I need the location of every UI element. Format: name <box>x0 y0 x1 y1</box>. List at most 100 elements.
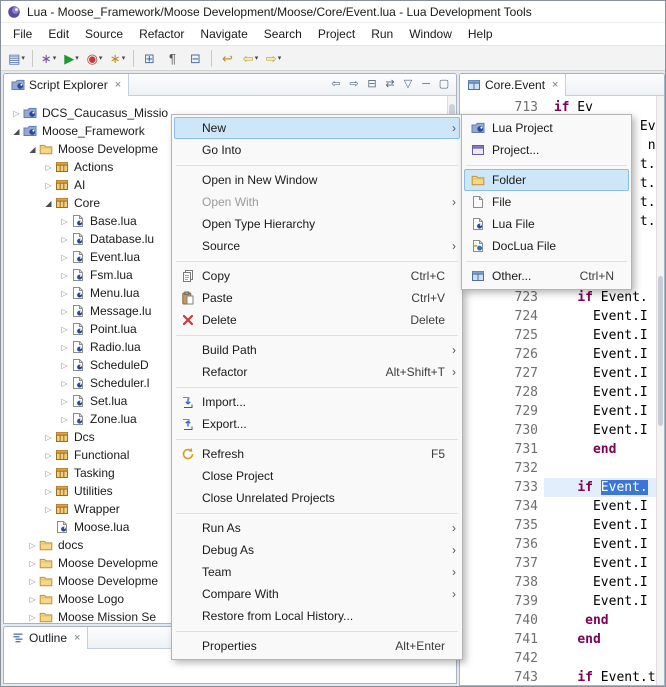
maximize-icon[interactable]: ▢ <box>437 79 451 90</box>
code-text[interactable]: Event.I <box>544 592 656 611</box>
collapsed-arrow-icon[interactable]: ▷ <box>42 505 55 514</box>
show-whitespace-button[interactable]: ¶ <box>161 48 184 69</box>
code-text[interactable]: Event.I <box>544 383 656 402</box>
menu-file[interactable]: File <box>5 24 40 44</box>
code-text[interactable]: end <box>544 611 656 630</box>
menu-window[interactable]: Window <box>401 24 460 44</box>
new-submenu-item-lua-file[interactable]: Lua File <box>464 213 629 235</box>
link-with-editor-icon[interactable]: ⇄ <box>383 79 397 90</box>
menu-project[interactable]: Project <box>310 24 363 44</box>
context-menu-item-source[interactable]: Source› <box>174 235 460 257</box>
collapsed-arrow-icon[interactable]: ▷ <box>58 307 71 316</box>
context-menu-item-restore-from-local-history[interactable]: Restore from Local History... <box>174 605 460 627</box>
view-back-icon[interactable]: ⇦ <box>329 79 343 90</box>
collapsed-arrow-icon[interactable]: ▷ <box>42 469 55 478</box>
code-text[interactable]: if Event. <box>544 478 656 497</box>
run-button[interactable]: ▶▾ <box>60 48 83 69</box>
editor-scrollbar[interactable] <box>656 96 664 685</box>
collapsed-arrow-icon[interactable]: ▷ <box>26 541 39 550</box>
forward-button[interactable]: ⇨▾ <box>262 48 285 69</box>
menu-search[interactable]: Search <box>256 24 310 44</box>
code-text[interactable] <box>544 459 656 478</box>
code-text[interactable]: Event.I <box>544 421 656 440</box>
tab-outline[interactable]: Outline × <box>4 627 88 649</box>
external-tools-button[interactable]: ∗▾ <box>37 48 60 69</box>
context-menu-item-paste[interactable]: PasteCtrl+V <box>174 287 460 309</box>
collapsed-arrow-icon[interactable]: ▷ <box>58 289 71 298</box>
code-text[interactable] <box>544 649 656 668</box>
context-menu-item-close-unrelated-projects[interactable]: Close Unrelated Projects <box>174 487 460 509</box>
code-text[interactable]: end <box>544 440 656 459</box>
dropdown-arrow-icon[interactable]: ▾ <box>255 54 259 62</box>
collapsed-arrow-icon[interactable]: ▷ <box>42 487 55 496</box>
collapse-all-icon[interactable]: ⊟ <box>365 79 379 90</box>
context-menu-item-copy[interactable]: CopyCtrl+C <box>174 265 460 287</box>
collapsed-arrow-icon[interactable]: ▷ <box>26 595 39 604</box>
code-text[interactable]: end <box>544 630 656 649</box>
menu-edit[interactable]: Edit <box>40 24 77 44</box>
collapsed-arrow-icon[interactable]: ▷ <box>42 433 55 442</box>
dropdown-arrow-icon[interactable]: ▾ <box>21 54 25 62</box>
collapsed-arrow-icon[interactable]: ▷ <box>58 235 71 244</box>
collapsed-arrow-icon[interactable]: ▷ <box>58 379 71 388</box>
code-text[interactable]: Event.I <box>544 554 656 573</box>
code-text[interactable]: Event.I <box>544 497 656 516</box>
context-menu-item-export[interactable]: Export... <box>174 413 460 435</box>
context-menu-item-properties[interactable]: PropertiesAlt+Enter <box>174 635 460 657</box>
expanded-arrow-icon[interactable]: ◢ <box>26 145 39 154</box>
context-menu-item-close-project[interactable]: Close Project <box>174 465 460 487</box>
back-button[interactable]: ⇦▾ <box>239 48 262 69</box>
new-submenu-item-file[interactable]: File <box>464 191 629 213</box>
code-text[interactable]: Event.I <box>544 402 656 421</box>
dropdown-arrow-icon[interactable]: ▾ <box>99 54 103 62</box>
new-submenu-item-lua-project[interactable]: Lua Project <box>464 117 629 139</box>
collapsed-arrow-icon[interactable]: ▷ <box>58 343 71 352</box>
new-submenu-item-project[interactable]: Project... <box>464 139 629 161</box>
collapsed-arrow-icon[interactable]: ▷ <box>58 271 71 280</box>
close-icon[interactable]: × <box>552 79 558 91</box>
dropdown-arrow-icon[interactable]: ▾ <box>53 54 57 62</box>
context-menu-item-compare-with[interactable]: Compare With› <box>174 583 460 605</box>
collapsed-arrow-icon[interactable]: ▷ <box>42 181 55 190</box>
code-text[interactable]: Event.I <box>544 307 656 326</box>
collapsed-arrow-icon[interactable]: ▷ <box>58 397 71 406</box>
code-text[interactable]: Event.I <box>544 345 656 364</box>
new-submenu-item-folder[interactable]: Folder <box>464 169 629 191</box>
code-text[interactable]: if Event. <box>544 288 656 307</box>
collapsed-arrow-icon[interactable]: ▷ <box>42 451 55 460</box>
collapsed-arrow-icon[interactable]: ▷ <box>58 325 71 334</box>
debug-coverage-button[interactable]: ◉▾ <box>83 48 106 69</box>
collapsed-arrow-icon[interactable]: ▷ <box>26 577 39 586</box>
pin-editor-button[interactable]: ⊟ <box>184 48 207 69</box>
code-text[interactable]: Event.I <box>544 535 656 554</box>
view-forward-icon[interactable]: ⇨ <box>347 79 361 90</box>
collapsed-arrow-icon[interactable]: ▷ <box>10 109 23 118</box>
collapsed-arrow-icon[interactable]: ▷ <box>42 163 55 172</box>
context-menu-item-new[interactable]: New› <box>174 117 460 139</box>
context-menu-item-refactor[interactable]: RefactorAlt+Shift+T› <box>174 361 460 383</box>
code-text[interactable]: Event.I <box>544 516 656 535</box>
menu-run[interactable]: Run <box>363 24 401 44</box>
menu-help[interactable]: Help <box>460 24 501 44</box>
code-text[interactable]: Event.I <box>544 326 656 345</box>
new-submenu-item-other[interactable]: Other...Ctrl+N <box>464 265 629 287</box>
collapsed-arrow-icon[interactable]: ▷ <box>26 613 39 622</box>
close-icon[interactable]: × <box>74 632 80 644</box>
dropdown-arrow-icon[interactable]: ▾ <box>75 54 79 62</box>
menu-refactor[interactable]: Refactor <box>131 24 192 44</box>
menu-source[interactable]: Source <box>77 24 131 44</box>
view-menu-icon[interactable]: ▽ <box>401 79 415 90</box>
expanded-arrow-icon[interactable]: ◢ <box>42 199 55 208</box>
code-text[interactable]: Event.I <box>544 573 656 592</box>
scrollbar-thumb[interactable] <box>658 276 663 426</box>
menu-navigate[interactable]: Navigate <box>192 24 255 44</box>
dropdown-arrow-icon[interactable]: ▾ <box>122 54 126 62</box>
minimize-icon[interactable]: ─ <box>419 79 433 90</box>
collapsed-arrow-icon[interactable]: ▷ <box>58 217 71 226</box>
context-menu-item-refresh[interactable]: RefreshF5 <box>174 443 460 465</box>
context-menu-item-run-as[interactable]: Run As› <box>174 517 460 539</box>
context-menu-item-build-path[interactable]: Build Path› <box>174 339 460 361</box>
context-menu-item-go-into[interactable]: Go Into <box>174 139 460 161</box>
context-menu-item-open-type-hierarchy[interactable]: Open Type Hierarchy <box>174 213 460 235</box>
tab-script-explorer[interactable]: Script Explorer × <box>4 74 129 96</box>
